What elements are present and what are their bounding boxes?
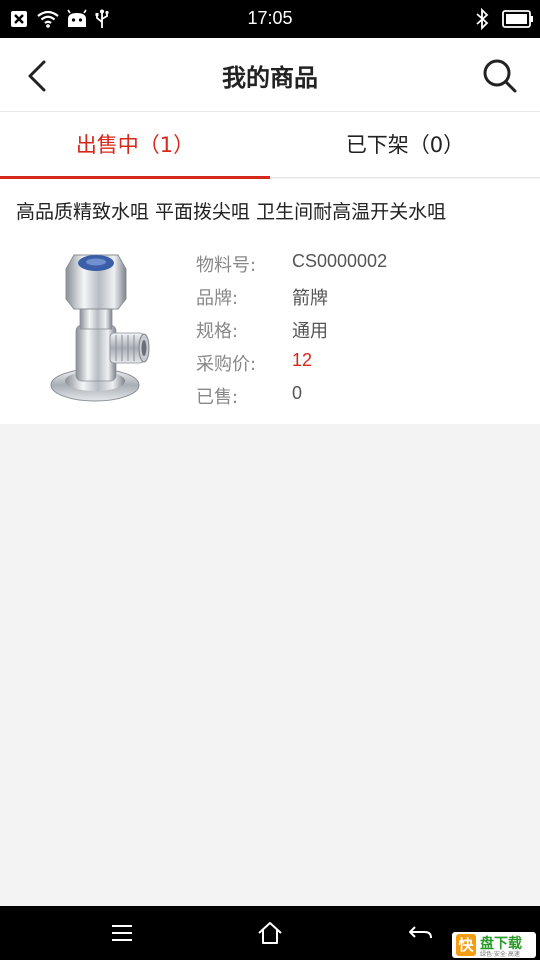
price-value: 12 xyxy=(292,350,313,370)
spec-value: 箭牌 xyxy=(292,288,328,308)
menu-icon[interactable] xyxy=(107,918,137,948)
bluetooth-icon xyxy=(476,8,489,30)
spec-value: CS0000002 xyxy=(292,251,388,271)
search-button[interactable] xyxy=(480,56,520,96)
watermark-logo: 快 盘下载 绿色·安全·高速 xyxy=(452,932,536,958)
watermark-subtext: 绿色·安全·高速 xyxy=(480,951,520,958)
spec-label: 物料号: xyxy=(196,255,257,276)
tab-bar: 出售中（1） 已下架（0） xyxy=(0,112,540,179)
spec-label: 采购价: xyxy=(196,354,257,375)
watermark-logo-char: 快 xyxy=(456,934,476,956)
product-card[interactable]: 高品质精致水咀 平面拨尖咀 卫生间耐高温开关水咀 物料号: CS0000002 … xyxy=(0,179,540,424)
app-header: 我的商品 xyxy=(0,38,540,112)
status-bar: 17:05 xyxy=(0,0,540,38)
spec-label: 已售: xyxy=(196,387,239,408)
tab-off-shelf[interactable]: 已下架（0） xyxy=(270,112,540,178)
spec-label: 品牌: xyxy=(196,288,239,309)
home-icon[interactable] xyxy=(255,918,285,948)
tab-label: 出售中（1） xyxy=(75,133,195,157)
system-nav-bar: 快 盘下载 绿色·安全·高速 xyxy=(0,906,540,960)
product-image xyxy=(50,254,150,402)
spec-label: 规格: xyxy=(196,321,239,342)
spec-value: 通用 xyxy=(292,321,328,341)
battery-icon xyxy=(502,10,533,28)
spec-value: 0 xyxy=(292,383,303,403)
tab-label: 已下架（0） xyxy=(345,133,465,157)
back-arrow-icon[interactable] xyxy=(405,918,435,948)
tab-on-sale[interactable]: 出售中（1） xyxy=(0,112,270,179)
product-title: 高品质精致水咀 平面拨尖咀 卫生间耐高温开关水咀 xyxy=(16,201,447,223)
status-time: 17:05 xyxy=(247,8,293,28)
page-title: 我的商品 xyxy=(222,64,318,92)
